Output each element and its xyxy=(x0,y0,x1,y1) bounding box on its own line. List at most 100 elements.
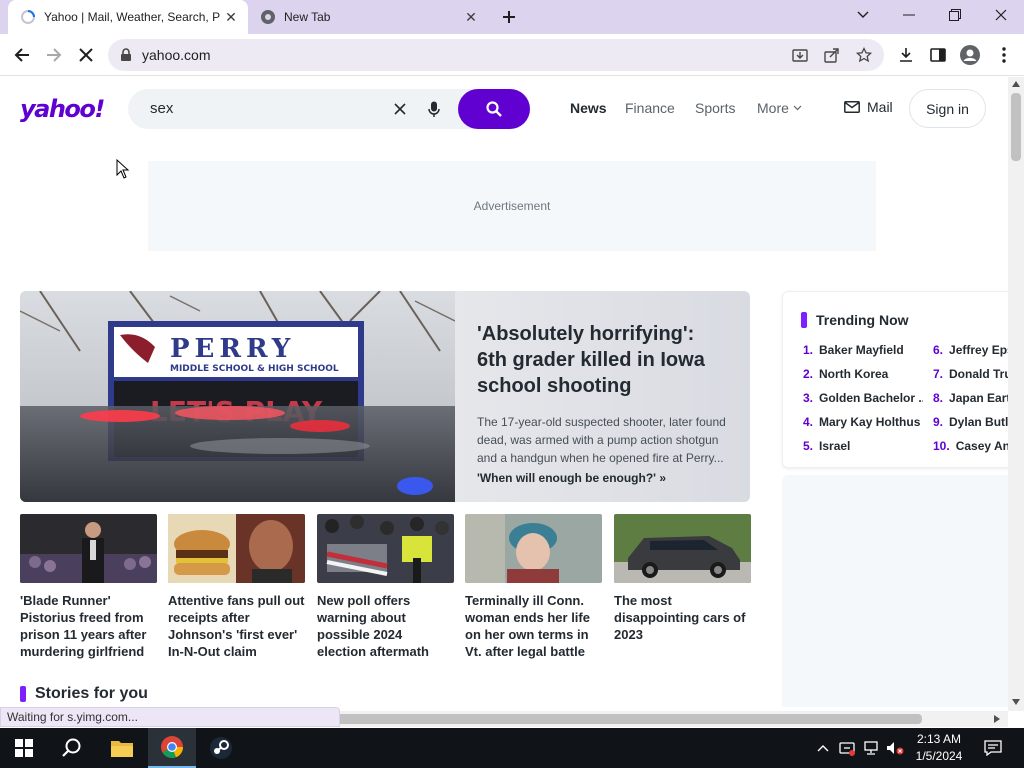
taskbar-search-button[interactable] xyxy=(48,728,96,768)
search-input[interactable]: sex xyxy=(150,100,173,117)
restore-button[interactable] xyxy=(932,0,978,30)
sign-in-button[interactable]: Sign in xyxy=(909,89,986,128)
show-hidden-icons-button[interactable] xyxy=(814,739,832,757)
install-app-icon[interactable] xyxy=(790,45,810,65)
story-thumbnail[interactable] xyxy=(168,514,305,583)
story-card[interactable]: Terminally ill Conn. woman ends her life… xyxy=(465,514,602,660)
start-button[interactable] xyxy=(0,728,48,768)
hero-related-link[interactable]: 'When will enough be enough?' » xyxy=(477,471,728,485)
trending-now-panel: Trending Now 1. Baker Mayfield 2. North Ko… xyxy=(782,291,1008,468)
trending-item[interactable]: 9. Dylan Butl xyxy=(933,415,1008,429)
downloads-button[interactable] xyxy=(892,41,920,69)
trending-rank: 2. xyxy=(803,367,814,381)
taskbar-file-explorer[interactable] xyxy=(98,728,146,768)
advertisement-label: Advertisement xyxy=(473,199,551,213)
story-thumbnail[interactable] xyxy=(465,514,602,583)
share-icon[interactable] xyxy=(822,45,842,65)
trending-rank: 3. xyxy=(803,391,814,405)
trending-rank: 4. xyxy=(803,415,814,429)
profile-button[interactable] xyxy=(956,41,984,69)
story-thumbnail[interactable] xyxy=(317,514,454,583)
taskbar-chrome[interactable] xyxy=(148,728,196,768)
hero-image[interactable]: PERRY MIDDLE SCHOOL & HIGH SCHOOL LET'S … xyxy=(20,291,455,502)
trending-item[interactable]: 3. Golden Bachelor ... xyxy=(803,391,923,405)
stop-loading-button[interactable] xyxy=(72,41,100,69)
arrow-left-icon xyxy=(14,48,29,62)
scroll-right-arrow-icon[interactable] xyxy=(994,715,1000,723)
trending-item[interactable]: 8. Japan Eart xyxy=(933,391,1008,405)
hero-story[interactable]: PERRY MIDDLE SCHOOL & HIGH SCHOOL LET'S … xyxy=(20,291,750,502)
nav-finance[interactable]: Finance xyxy=(625,100,675,116)
minimize-button[interactable] xyxy=(886,0,932,30)
story-caption[interactable]: New poll offers warning about possible 2… xyxy=(317,592,454,660)
trending-label: Golden Bachelor ... xyxy=(819,391,923,405)
story-thumbnail[interactable] xyxy=(614,514,751,583)
arrow-right-icon xyxy=(47,48,62,62)
taskbar-steam[interactable] xyxy=(197,728,245,768)
horizontal-scroll-thumb[interactable] xyxy=(330,714,922,724)
notifications-icon[interactable] xyxy=(984,739,1002,757)
back-button[interactable] xyxy=(8,41,36,69)
taskbar-clock[interactable]: 2:13 AM 1/5/2024 xyxy=(905,731,973,765)
hero-description: The 17-year-old suspected shooter, later… xyxy=(477,415,726,465)
close-tab-icon[interactable]: ✕ xyxy=(462,8,480,26)
close-icon xyxy=(79,48,93,62)
advertisement-banner[interactable]: Advertisement xyxy=(148,161,876,251)
volume-muted-icon[interactable] xyxy=(886,739,904,757)
trending-item[interactable]: 1. Baker Mayfield xyxy=(803,343,923,357)
story-caption[interactable]: Attentive fans pull out receipts after J… xyxy=(168,592,305,660)
story-card[interactable]: The most disappointing cars of 2023 xyxy=(614,514,751,643)
sign-school-subtitle: MIDDLE SCHOOL & HIGH SCHOOL xyxy=(170,364,339,374)
lock-icon[interactable] xyxy=(120,48,132,62)
section-accent-bar xyxy=(801,312,807,328)
microphone-icon[interactable] xyxy=(424,99,444,119)
yahoo-logo[interactable]: yahoo! xyxy=(20,95,105,123)
trending-rank: 8. xyxy=(933,391,944,405)
trending-item[interactable]: 4. Mary Kay Holthus xyxy=(803,415,923,429)
tray-app-icon[interactable] xyxy=(838,739,856,757)
close-tab-icon[interactable]: ✕ xyxy=(222,8,240,26)
story-card[interactable]: 'Blade Runner' Pistorius freed from pris… xyxy=(20,514,157,660)
search-button[interactable] xyxy=(458,89,530,129)
trending-rank: 6. xyxy=(933,343,944,357)
network-icon[interactable] xyxy=(862,739,880,757)
trending-item[interactable]: 7. Donald Tru xyxy=(933,367,1008,381)
mail-link[interactable]: Mail xyxy=(844,99,893,115)
side-panel-button[interactable] xyxy=(924,41,952,69)
story-card[interactable]: Attentive fans pull out receipts after J… xyxy=(168,514,305,660)
nav-more[interactable]: More xyxy=(757,100,802,116)
browser-menu-button[interactable] xyxy=(990,41,1018,69)
nav-news[interactable]: News xyxy=(570,100,607,116)
tab-title: Yahoo | Mail, Weather, Search, P xyxy=(44,10,221,24)
nav-sports[interactable]: Sports xyxy=(695,100,735,116)
hero-headline[interactable]: 'Absolutely horrifying': 6th grader kill… xyxy=(477,321,728,399)
clear-search-icon[interactable] xyxy=(390,99,410,119)
mail-label: Mail xyxy=(867,99,893,115)
trending-item[interactable]: 6. Jeffrey Eps xyxy=(933,343,1008,357)
vertical-scrollbar[interactable] xyxy=(1008,77,1024,711)
forward-button[interactable] xyxy=(40,41,68,69)
story-card[interactable]: New poll offers warning about possible 2… xyxy=(317,514,454,660)
scroll-down-arrow-icon[interactable] xyxy=(1012,699,1020,705)
tab-yahoo[interactable]: Yahoo | Mail, Weather, Search, P ✕ xyxy=(8,0,248,34)
story-caption[interactable]: Terminally ill Conn. woman ends her life… xyxy=(465,592,602,660)
story-caption[interactable]: 'Blade Runner' Pistorius freed from pris… xyxy=(20,592,157,660)
close-window-button[interactable] xyxy=(978,0,1024,30)
side-panel-icon xyxy=(930,48,946,62)
bookmark-star-icon[interactable] xyxy=(854,45,874,65)
minimize-icon xyxy=(903,14,915,16)
download-icon xyxy=(900,48,912,62)
tab-new-tab[interactable]: New Tab ✕ xyxy=(252,0,488,34)
address-bar[interactable]: yahoo.com xyxy=(108,39,884,71)
scroll-up-arrow-icon[interactable] xyxy=(1012,81,1020,87)
vertical-scroll-thumb[interactable] xyxy=(1011,93,1021,161)
tab-search-button[interactable] xyxy=(840,0,886,30)
trending-item[interactable]: 10. Casey Ant xyxy=(933,439,1008,453)
trending-heading: Trending Now xyxy=(801,312,909,328)
new-tab-button[interactable] xyxy=(497,6,521,28)
trending-item[interactable]: 5. Israel xyxy=(803,439,923,453)
story-caption[interactable]: The most disappointing cars of 2023 xyxy=(614,592,751,643)
trending-item[interactable]: 2. North Korea xyxy=(803,367,923,381)
chrome-icon xyxy=(261,10,275,24)
story-thumbnail[interactable] xyxy=(20,514,157,583)
